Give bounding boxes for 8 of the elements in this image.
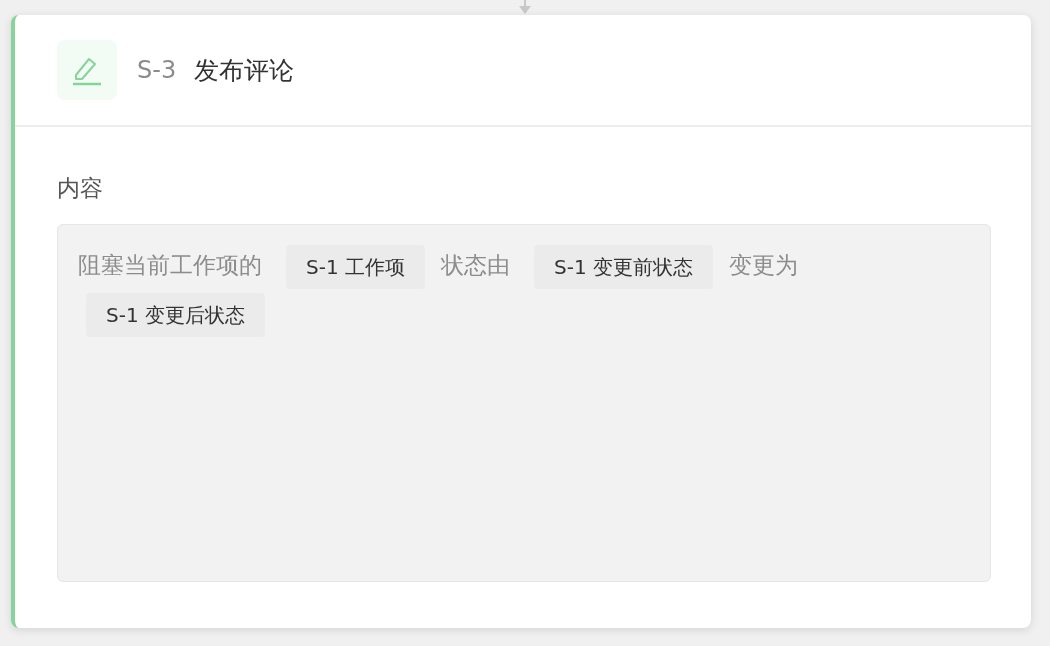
step-id: S-3 <box>137 56 177 84</box>
pencil-icon <box>57 40 117 100</box>
variable-tag: S-1 工作项 <box>286 244 425 289</box>
step-title: 发布评论 <box>194 54 295 87</box>
content-field[interactable]: 阻塞当前工作项的 S-1 工作项 状态由 S-1 变更前状态 变更为 S-1 变更后状态 <box>57 224 991 582</box>
field-label: 内容 <box>57 174 104 203</box>
variable-tag: S-1 变更后状态 <box>86 292 265 337</box>
variable-tag: S-1 变更前状态 <box>534 244 713 289</box>
